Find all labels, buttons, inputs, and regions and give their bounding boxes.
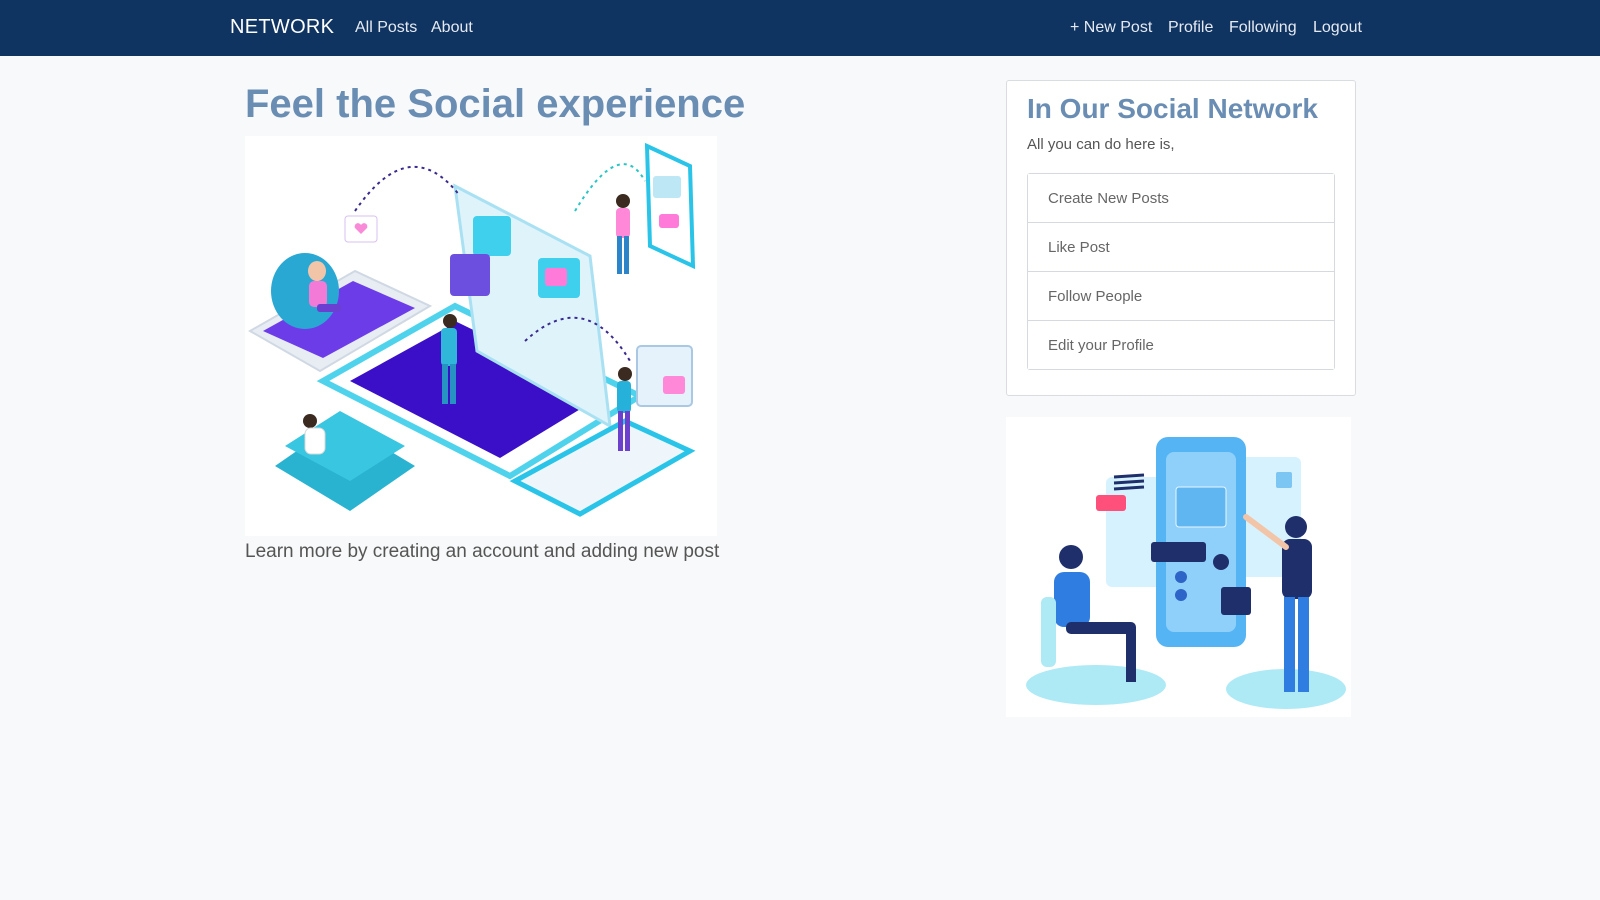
card-subtitle: All you can do here is, — [1027, 136, 1175, 153]
brand-link[interactable]: NETWORK — [230, 16, 334, 39]
feature-item-follow-people: Follow People — [1028, 272, 1334, 321]
phone-app-illustration — [1026, 437, 1346, 709]
card-title: In Our Social Network — [1027, 93, 1318, 124]
feature-item-create-posts: Create New Posts — [1028, 174, 1334, 223]
nav-profile[interactable]: Profile — [1168, 19, 1213, 37]
features-card: In Our Social Network All you can do her… — [1006, 80, 1356, 396]
side-illustration — [1006, 417, 1351, 717]
feature-item-like-post: Like Post — [1028, 223, 1334, 272]
nav-all-posts[interactable]: All Posts — [355, 19, 417, 37]
nav-new-post[interactable]: + New Post — [1070, 19, 1152, 37]
nav-logout[interactable]: Logout — [1313, 19, 1362, 37]
feature-item-edit-profile: Edit your Profile — [1028, 321, 1334, 369]
nav-about[interactable]: About — [431, 19, 473, 37]
hero-illustration — [245, 136, 717, 536]
nav-following[interactable]: Following — [1229, 19, 1297, 37]
hero-caption: Learn more by creating an account and ad… — [245, 541, 720, 562]
navbar: NETWORK All Posts About + New Post Profi… — [0, 0, 1600, 56]
feature-list: Create New Posts Like Post Follow People… — [1027, 173, 1335, 370]
social-network-illustration — [247, 142, 696, 517]
hero-title: Feel the Social experience — [245, 82, 746, 126]
